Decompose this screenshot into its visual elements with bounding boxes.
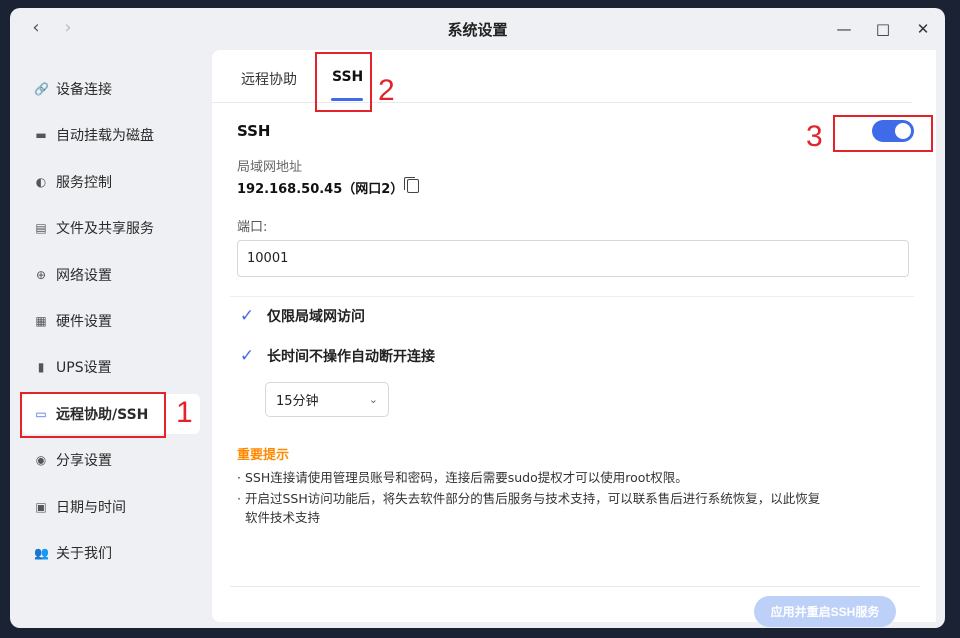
lan-only-checkbox-row[interactable]: ✓ 仅限局域网访问 bbox=[237, 306, 365, 326]
footer-divider bbox=[230, 586, 920, 587]
calendar-icon: ▣ bbox=[35, 500, 47, 514]
sidebar-item-auto-mount[interactable]: ▬ 自动挂载为磁盘 bbox=[22, 115, 200, 155]
sidebar-item-label: 日期与时间 bbox=[56, 500, 126, 516]
sidebar-item-share[interactable]: ◉ 分享设置 bbox=[22, 440, 200, 480]
lan-address-value: 192.168.50.45（网口2） bbox=[237, 182, 404, 197]
notice-title: 重要提示 bbox=[237, 448, 290, 463]
sidebar-item-label: 设备连接 bbox=[56, 82, 112, 98]
sidebar-item-label: 服务控制 bbox=[56, 175, 112, 191]
share-icon: ◉ bbox=[35, 453, 47, 467]
content-panel: 远程协助 SSH SSH 局域网地址 192.168.50.45（网口2） 端口… bbox=[212, 50, 936, 627]
sidebar-item-label: 网络设置 bbox=[56, 268, 112, 284]
sidebar-item-label: UPS设置 bbox=[56, 360, 112, 376]
auto-disconnect-checkbox[interactable]: ✓ bbox=[237, 346, 257, 366]
settings-window: ‹ › 系统设置 — □ ✕ 🔗 设备连接 ▬ 自动挂载为磁盘 ◐ 服务控制 ▤… bbox=[10, 8, 945, 628]
annotation-box-3 bbox=[833, 115, 933, 152]
chevron-down-icon: ⌄ bbox=[368, 393, 378, 406]
annotation-box-1 bbox=[20, 392, 166, 438]
minimize-icon[interactable]: — bbox=[833, 18, 855, 40]
sidebar-item-label: 关于我们 bbox=[56, 546, 112, 562]
close-icon[interactable]: ✕ bbox=[912, 18, 934, 40]
annotation-number-2: 2 bbox=[378, 74, 395, 107]
auto-disconnect-checkbox-row[interactable]: ✓ 长时间不操作自动断开连接 bbox=[237, 346, 435, 366]
sidebar-item-label: 文件及共享服务 bbox=[56, 221, 154, 237]
timeout-select[interactable]: 15分钟 ⌄ bbox=[265, 382, 389, 417]
notice-line-1: · SSH连接请使用管理员账号和密码，连接后需要sudo提权才可以使用root权… bbox=[237, 470, 688, 485]
grid-icon: ▦ bbox=[35, 314, 47, 328]
notice-line-3: 软件技术支持 bbox=[237, 510, 320, 525]
lan-only-checkbox[interactable]: ✓ bbox=[237, 306, 257, 326]
maximize-icon[interactable]: □ bbox=[872, 18, 894, 40]
port-input[interactable] bbox=[237, 240, 909, 277]
divider bbox=[230, 296, 914, 297]
globe-icon: ⊕ bbox=[35, 268, 47, 282]
sidebar-item-service-control[interactable]: ◐ 服务控制 bbox=[22, 162, 200, 202]
sidebar-item-label: 分享设置 bbox=[56, 453, 112, 469]
ups-icon: ▮ bbox=[37, 360, 45, 374]
ssh-section-title: SSH bbox=[237, 122, 271, 140]
annotation-number-1: 1 bbox=[176, 396, 193, 429]
users-icon: 👥 bbox=[34, 546, 49, 560]
annotation-number-3: 3 bbox=[806, 120, 823, 153]
sidebar-item-device-connection[interactable]: 🔗 设备连接 bbox=[22, 69, 200, 109]
file-share-icon: ▤ bbox=[35, 221, 47, 235]
annotation-box-2 bbox=[315, 52, 372, 112]
sidebar-item-date-time[interactable]: ▣ 日期与时间 bbox=[22, 487, 200, 527]
lan-only-label: 仅限局域网访问 bbox=[267, 309, 365, 325]
toggle-icon: ◐ bbox=[35, 175, 47, 189]
lan-address-label: 局域网地址 bbox=[237, 160, 303, 175]
title-bar: ‹ › 系统设置 — □ ✕ bbox=[10, 8, 945, 50]
tab-remote-assist[interactable]: 远程协助 bbox=[241, 69, 297, 89]
link-icon: 🔗 bbox=[34, 82, 49, 96]
sidebar-item-about[interactable]: 👥 关于我们 bbox=[22, 533, 200, 573]
apply-restart-ssh-button[interactable]: 应用并重启SSH服务 bbox=[754, 596, 896, 627]
timeout-select-value: 15分钟 bbox=[276, 394, 319, 409]
sidebar-item-hardware[interactable]: ▦ 硬件设置 bbox=[22, 301, 200, 341]
sidebar-item-label: 自动挂载为磁盘 bbox=[56, 128, 154, 144]
copy-icon[interactable] bbox=[404, 177, 419, 193]
sidebar-item-network[interactable]: ⊕ 网络设置 bbox=[22, 255, 200, 295]
drive-icon: ▬ bbox=[35, 128, 47, 142]
notice-line-2: · 开启过SSH访问功能后，将失去软件部分的售后服务与技术支持，可以联系售后进行… bbox=[237, 491, 821, 506]
auto-disconnect-label: 长时间不操作自动断开连接 bbox=[267, 349, 435, 365]
sidebar-item-label: 硬件设置 bbox=[56, 314, 112, 330]
port-label: 端口: bbox=[237, 220, 268, 235]
sidebar-item-file-share[interactable]: ▤ 文件及共享服务 bbox=[22, 208, 200, 248]
sidebar: 🔗 设备连接 ▬ 自动挂载为磁盘 ◐ 服务控制 ▤ 文件及共享服务 ⊕ 网络设置… bbox=[10, 50, 210, 628]
window-title: 系统设置 bbox=[447, 21, 508, 39]
sidebar-item-ups[interactable]: ▮ UPS设置 bbox=[22, 347, 200, 387]
